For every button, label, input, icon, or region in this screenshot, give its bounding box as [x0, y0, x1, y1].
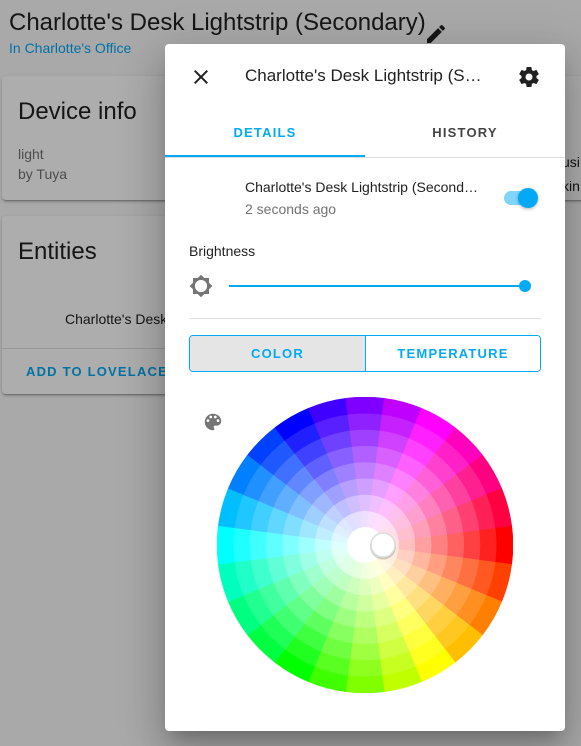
wheel-segment[interactable]: [430, 533, 449, 557]
wheel-segment[interactable]: [479, 527, 497, 563]
wheel-segment[interactable]: [414, 536, 433, 554]
dialog-title: Charlotte's Desk Lightstrip (Secondary): [245, 66, 485, 85]
tab-history[interactable]: HISTORY: [365, 113, 565, 157]
wheel-segment[interactable]: [347, 413, 383, 431]
more-info-dialog: Charlotte's Desk Lightstrip (Secondary) …: [165, 44, 565, 731]
gear-icon[interactable]: [517, 65, 541, 89]
dialog-tabs: DETAILS HISTORY: [165, 113, 565, 158]
wheel-segment[interactable]: [353, 461, 377, 480]
wheel-segment[interactable]: [351, 627, 379, 645]
slider-knob[interactable]: [519, 280, 531, 292]
close-icon[interactable]: [189, 65, 213, 89]
brightness-label: Brightness: [189, 243, 256, 259]
wheel-segment[interactable]: [233, 527, 251, 563]
wheel-segment[interactable]: [297, 536, 316, 554]
mode-toggle-group: COLOR TEMPERATURE: [189, 335, 541, 372]
wheel-segment[interactable]: [356, 594, 374, 613]
slider-fill: [229, 285, 525, 287]
wheel-segment[interactable]: [495, 525, 513, 565]
wheel-segment[interactable]: [347, 659, 383, 677]
wheel-segment[interactable]: [356, 477, 374, 496]
divider: [189, 318, 541, 319]
brightness-icon: [189, 274, 213, 298]
entity-name: Charlotte's Desk Lightstrip (Secondary): [245, 179, 485, 195]
color-wheel[interactable]: [217, 397, 513, 693]
wheel-marker[interactable]: [370, 532, 396, 558]
wheel-segment[interactable]: [353, 610, 377, 629]
wheel-segment[interactable]: [345, 675, 385, 693]
wheel-segment[interactable]: [463, 529, 481, 561]
wheel-segment[interactable]: [351, 445, 379, 463]
wheel-segment[interactable]: [249, 529, 267, 561]
wheel-segment[interactable]: [217, 525, 235, 565]
tab-details[interactable]: DETAILS: [165, 113, 365, 157]
wheel-segment[interactable]: [447, 531, 465, 559]
color-mode-button[interactable]: COLOR: [190, 336, 366, 371]
temperature-mode-button[interactable]: TEMPERATURE: [366, 336, 540, 371]
wheel-segment[interactable]: [265, 531, 283, 559]
wheel-segment[interactable]: [349, 429, 381, 447]
last-changed: 2 seconds ago: [245, 201, 337, 217]
toggle-thumb: [518, 188, 538, 208]
wheel-segment[interactable]: [345, 397, 385, 415]
brightness-slider[interactable]: [229, 276, 531, 296]
wheel-segment[interactable]: [281, 533, 300, 557]
wheel-segment[interactable]: [349, 643, 381, 661]
power-toggle[interactable]: [502, 187, 540, 209]
